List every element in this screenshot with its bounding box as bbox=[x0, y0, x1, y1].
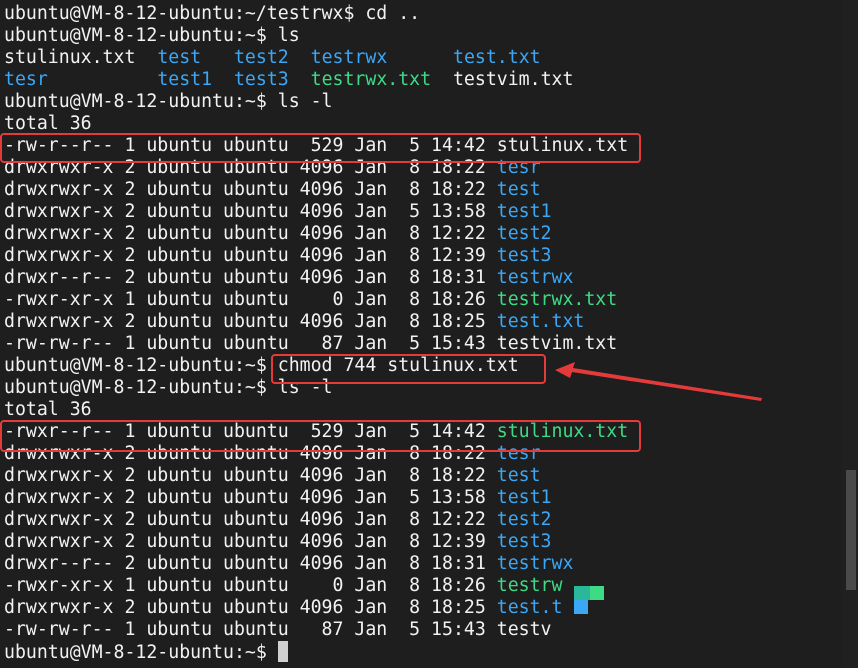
terminal-text-segment: stulinux.txt bbox=[496, 421, 629, 442]
terminal-text-segment: testvim.txt bbox=[431, 69, 574, 90]
terminal-text-segment: testrw bbox=[496, 575, 563, 596]
terminal-line: ubuntu@VM-8-12-ubuntu:~$ ls -l bbox=[4, 377, 628, 399]
terminal-text-segment: -rwxr-xr-x 1 ubuntu ubuntu 0 Jan 8 18:26 bbox=[4, 289, 497, 310]
terminal-text-segment: tesr bbox=[4, 69, 48, 90]
terminal-line: drwxrwxr-x 2 ubuntu ubuntu 4096 Jan 8 18… bbox=[4, 465, 628, 487]
terminal-text-segment: drwxrwxr-x 2 ubuntu ubuntu 4096 Jan 8 12… bbox=[4, 245, 497, 266]
terminal-text-segment: ubuntu@VM-8-12-ubuntu:~$ ls bbox=[4, 25, 300, 46]
terminal-text-segment: drwxrwxr-x 2 ubuntu ubuntu 4096 Jan 5 13… bbox=[4, 487, 497, 508]
terminal-line: drwxrwxr-x 2 ubuntu ubuntu 4096 Jan 8 12… bbox=[4, 245, 628, 267]
terminal-text-segment: -rwxr--r-- 1 ubuntu ubuntu 529 Jan 5 14:… bbox=[4, 421, 497, 442]
terminal-line: -rw-rw-r-- 1 ubuntu ubuntu 87 Jan 5 15:4… bbox=[4, 333, 628, 355]
terminal-line: drwxrwxr-x 2 ubuntu ubuntu 4096 Jan 8 12… bbox=[4, 531, 628, 553]
terminal-text-segment: test3 bbox=[496, 531, 552, 552]
terminal-text-segment: drwxrwxr-x 2 ubuntu ubuntu 4096 Jan 8 18… bbox=[4, 157, 497, 178]
terminal-text-segment: drwxrwxr-x 2 ubuntu ubuntu 4096 Jan 5 13… bbox=[4, 201, 497, 222]
terminal-line: drwxrwxr-x 2 ubuntu ubuntu 4096 Jan 5 13… bbox=[4, 487, 628, 509]
terminal-line: ubuntu@VM-8-12-ubuntu:~$ ls bbox=[4, 25, 628, 47]
terminal-line: ubuntu@VM-8-12-ubuntu:~/testrwx$ cd .. bbox=[4, 3, 628, 25]
terminal-line: -rwxr--r-- 1 ubuntu ubuntu 529 Jan 5 14:… bbox=[4, 421, 628, 443]
terminal-text-segment: ubuntu@VM-8-12-ubuntu:~$ chmod 744 stuli… bbox=[4, 355, 519, 376]
terminal-text-segment: test.txt bbox=[496, 311, 585, 332]
terminal-text-segment: drwxrwxr-x 2 ubuntu ubuntu 4096 Jan 8 12… bbox=[4, 223, 497, 244]
terminal-text-segment: drwxrwxr-x 2 ubuntu ubuntu 4096 Jan 8 12… bbox=[4, 509, 497, 530]
terminal-text-segment: test1 bbox=[157, 69, 213, 90]
terminal-line: drwxr--r-- 2 ubuntu ubuntu 4096 Jan 8 18… bbox=[4, 267, 628, 289]
terminal-text-segment: total 36 bbox=[4, 113, 92, 134]
terminal-line: tesr test1 test3 testrwx.txt testvim.txt bbox=[4, 69, 628, 91]
terminal-text-segment: drwxr--r-- 2 ubuntu ubuntu 4096 Jan 8 18… bbox=[4, 553, 497, 574]
terminal-line: drwxrwxr-x 2 ubuntu ubuntu 4096 Jan 8 18… bbox=[4, 443, 628, 465]
terminal-line: ubuntu@VM-8-12-ubuntu:~$ ls -l bbox=[4, 91, 628, 113]
terminal-text-segment: test.txt bbox=[453, 47, 541, 68]
terminal-line: drwxrwxr-x 2 ubuntu ubuntu 4096 Jan 5 13… bbox=[4, 201, 628, 223]
terminal-text-segment: drwxrwxr-x 2 ubuntu ubuntu 4096 Jan 8 18… bbox=[4, 311, 497, 332]
terminal-text-segment: -rw-rw-r-- 1 ubuntu ubuntu 87 Jan 5 15:4… bbox=[4, 333, 618, 354]
terminal-line: drwxr--r-- 2 ubuntu ubuntu 4096 Jan 8 18… bbox=[4, 553, 628, 575]
terminal-text-segment: ubuntu@VM-8-12-ubuntu:~$ ls -l bbox=[4, 91, 333, 112]
terminal-text-segment: testrwx.txt bbox=[496, 289, 618, 310]
terminal-text-segment: test.t bbox=[496, 597, 563, 618]
terminal-text-segment: testrwx bbox=[496, 553, 574, 574]
terminal-text-segment: drwxrwxr-x 2 ubuntu ubuntu 4096 Jan 8 18… bbox=[4, 179, 497, 200]
terminal-text-segment: -rw-rw-r-- 1 ubuntu ubuntu 87 Jan 5 15:4… bbox=[4, 619, 552, 640]
terminal-text-segment: test1 bbox=[496, 201, 552, 222]
terminal-text-segment: ubuntu@VM-8-12-ubuntu:~$ bbox=[4, 642, 278, 663]
terminal-text-segment: test2 bbox=[496, 223, 552, 244]
terminal-text-segment: test2 bbox=[496, 509, 552, 530]
terminal-text-segment: total 36 bbox=[4, 399, 92, 420]
terminal-output[interactable]: ubuntu@VM-8-12-ubuntu:~/testrwx$ cd .. ub… bbox=[4, 3, 628, 663]
scrollbar[interactable] bbox=[842, 0, 858, 668]
terminal-text-segment: test1 bbox=[496, 487, 552, 508]
terminal-line: drwxrwxr-x 2 ubuntu ubuntu 4096 Jan 8 18… bbox=[4, 179, 628, 201]
terminal-line: -rw-r--r-- 1 ubuntu ubuntu 529 Jan 5 14:… bbox=[4, 135, 628, 157]
terminal-cursor bbox=[277, 641, 288, 662]
scrollbar-thumb[interactable] bbox=[846, 470, 856, 590]
terminal-text-segment: stulinux.txt bbox=[4, 47, 158, 68]
terminal-line: drwxrwxr-x 2 ubuntu ubuntu 4096 Jan 8 18… bbox=[4, 597, 628, 619]
terminal-text-segment: test bbox=[496, 465, 541, 486]
terminal-line: drwxrwxr-x 2 ubuntu ubuntu 4096 Jan 8 18… bbox=[4, 157, 628, 179]
terminal-line: total 36 bbox=[4, 399, 628, 421]
terminal-text-segment: testrwx bbox=[496, 267, 574, 288]
terminal-line: -rwxr-xr-x 1 ubuntu ubuntu 0 Jan 8 18:26… bbox=[4, 575, 628, 597]
terminal-text-segment: test2 bbox=[233, 47, 289, 68]
terminal-text-segment: tesr bbox=[496, 157, 541, 178]
terminal-text-segment: test bbox=[496, 179, 541, 200]
terminal-line: ubuntu@VM-8-12-ubuntu:~$ chmod 744 stuli… bbox=[4, 355, 628, 377]
terminal-line: -rwxr-xr-x 1 ubuntu ubuntu 0 Jan 8 18:26… bbox=[4, 289, 628, 311]
terminal-text-segment: -rwxr-xr-x 1 ubuntu ubuntu 0 Jan 8 18:26 bbox=[4, 575, 497, 596]
terminal-text-segment: testrwx bbox=[310, 47, 388, 68]
terminal-text-segment: drwxrwxr-x 2 ubuntu ubuntu 4096 Jan 8 18… bbox=[4, 597, 497, 618]
terminal-line: drwxrwxr-x 2 ubuntu ubuntu 4096 Jan 8 12… bbox=[4, 509, 628, 531]
terminal-text-segment: test3 bbox=[233, 69, 289, 90]
terminal-text-segment: drwxrwxr-x 2 ubuntu ubuntu 4096 Jan 8 18… bbox=[4, 465, 497, 486]
terminal-text-segment: -rw-r--r-- 1 ubuntu ubuntu 529 Jan 5 14:… bbox=[4, 135, 629, 156]
terminal-line: -rw-rw-r-- 1 ubuntu ubuntu 87 Jan 5 15:4… bbox=[4, 619, 628, 641]
terminal-text-segment: drwxrwxr-x 2 ubuntu ubuntu 4096 Jan 8 12… bbox=[4, 531, 497, 552]
terminal-text-segment: testrwx.txt bbox=[310, 69, 432, 90]
terminal-text-segment: ubuntu@VM-8-12-ubuntu:~$ ls -l bbox=[4, 377, 333, 398]
annotation-arrow bbox=[555, 362, 762, 401]
terminal-line: drwxrwxr-x 2 ubuntu ubuntu 4096 Jan 8 12… bbox=[4, 223, 628, 245]
terminal-line: total 36 bbox=[4, 113, 628, 135]
terminal-line: ubuntu@VM-8-12-ubuntu:~$ bbox=[4, 641, 628, 663]
terminal-text-segment: ubuntu@VM-8-12-ubuntu:~/testrwx$ cd .. bbox=[4, 3, 421, 24]
terminal-line: drwxrwxr-x 2 ubuntu ubuntu 4096 Jan 8 18… bbox=[4, 311, 628, 333]
terminal-text-segment: test3 bbox=[496, 245, 552, 266]
terminal-text-segment: drwxr--r-- 2 ubuntu ubuntu 4096 Jan 8 18… bbox=[4, 267, 497, 288]
terminal-line: stulinux.txt test test2 testrwx test.txt bbox=[4, 47, 628, 69]
terminal-text-segment: drwxrwxr-x 2 ubuntu ubuntu 4096 Jan 8 18… bbox=[4, 443, 497, 464]
terminal-text-segment: test bbox=[157, 47, 202, 68]
terminal-text-segment: tesr bbox=[496, 443, 541, 464]
